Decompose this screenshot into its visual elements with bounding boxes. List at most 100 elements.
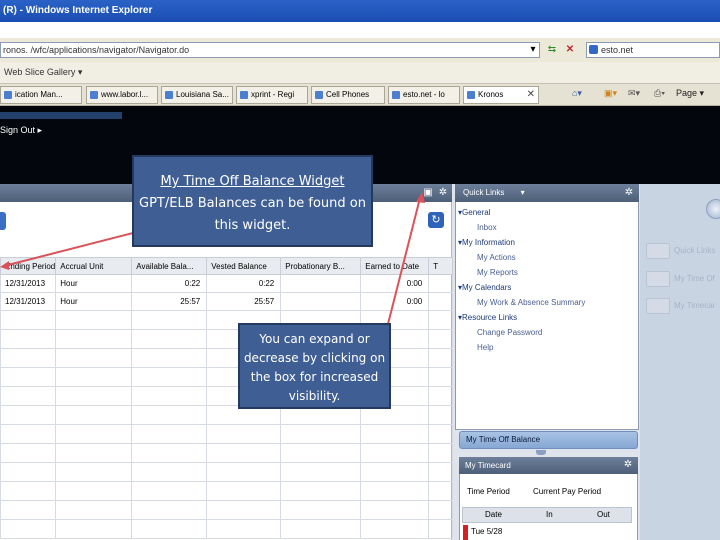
window-title: (R) - Windows Internet Explorer <box>3 5 153 16</box>
widget-thumbnail-icon <box>646 298 670 314</box>
probationary-cell <box>280 292 362 311</box>
exception-marker <box>463 525 468 540</box>
unit-cell: Hour <box>55 274 133 293</box>
browser-tab-active[interactable]: Kronos ✕ <box>463 86 539 104</box>
quick-links-section-resource-links[interactable]: ▾Resource Links <box>458 313 517 322</box>
globe-icon[interactable] <box>706 199 720 219</box>
address-input[interactable]: ronos. /wfc/applications/navigator/Navig… <box>0 42 540 58</box>
table-row <box>0 481 454 501</box>
web-slice-gallery-link[interactable]: Web Slice Gallery ▾ <box>4 67 82 78</box>
column-header[interactable]: Earned to Date <box>360 257 430 275</box>
widget-thumbnail-icon <box>646 243 670 259</box>
column-header[interactable]: Vested Balance <box>206 257 282 275</box>
earned-cell: 0:00 <box>360 274 430 293</box>
column-header[interactable]: Available Bala... <box>131 257 208 275</box>
page-icon <box>392 91 400 99</box>
page-icon <box>4 91 12 99</box>
browser-tab[interactable]: Cell Phones <box>311 86 385 104</box>
chevron-down-icon[interactable]: ▾ <box>521 188 525 197</box>
time-period-label: Time Period <box>467 487 510 496</box>
quick-links-panel <box>455 184 639 430</box>
browser-tab[interactable]: ication Man... <box>0 86 82 104</box>
search-provider-icon <box>589 45 598 54</box>
quick-link-inbox[interactable]: Inbox <box>477 223 497 232</box>
table-row[interactable]: 12/31/2013 Hour 25:57 25:57 0:00 <box>0 292 454 311</box>
quick-link-help[interactable]: Help <box>477 343 493 352</box>
page-menu[interactable]: Page ▾ <box>676 88 704 99</box>
refresh-page-icon[interactable]: ⇆ <box>545 42 559 58</box>
column-header[interactable]: Probationary B... <box>280 257 362 275</box>
page-icon <box>240 91 248 99</box>
widget-callout: My Time Off Balance Widget GPT/ELB Balan… <box>132 155 373 247</box>
expand-widget-icon[interactable]: ▣ <box>422 187 434 199</box>
right-nav-item-my-timecard[interactable]: My Timecar <box>646 298 720 314</box>
quick-link-change-password[interactable]: Change Password <box>477 328 542 337</box>
quick-links-section-my-calendars[interactable]: ▾My Calendars <box>458 283 511 292</box>
close-tab-icon[interactable]: ✕ <box>527 87 535 103</box>
expand-callout: You can expand or decrease by clicking o… <box>238 323 391 409</box>
search-input[interactable]: esto.net <box>586 42 720 58</box>
page-icon <box>467 91 475 99</box>
callout-title: My Time Off Balance Widget <box>160 174 345 189</box>
table-row[interactable]: 12/31/2013 Hour 0:22 0:22 0:00 <box>0 274 454 293</box>
column-header: Date <box>485 510 502 519</box>
quick-link-my-actions[interactable]: My Actions <box>477 253 516 262</box>
page-icon <box>165 91 173 99</box>
browser-tab[interactable]: esto.net - lo <box>388 86 460 104</box>
feeds-icon[interactable]: ▣▾ <box>604 88 617 99</box>
available-cell: 0:22 <box>131 274 208 293</box>
refresh-icon[interactable]: ↻ <box>428 212 444 228</box>
column-header: In <box>546 510 553 519</box>
vested-cell: 0:22 <box>206 274 282 293</box>
mail-icon[interactable]: ✉▾ <box>628 88 640 99</box>
window-title-bar: (R) - Windows Internet Explorer <box>0 0 720 22</box>
table-row <box>0 500 454 520</box>
favorites-bar <box>0 62 720 84</box>
column-header[interactable]: Accrual Unit <box>55 257 133 275</box>
quick-link-my-reports[interactable]: My Reports <box>477 268 518 277</box>
callout-text: GPT/ELB Balances can be found on this wi… <box>139 196 366 233</box>
right-nav-item-my-time-off[interactable]: My Time Of <box>646 271 720 287</box>
widget-thumbnail-icon <box>646 271 670 287</box>
quick-links-section-my-information[interactable]: ▾My Information <box>458 238 515 247</box>
stop-icon[interactable]: ✕ <box>563 42 577 58</box>
page-icon <box>315 91 323 99</box>
right-nav-item-quick-links[interactable]: Quick Links <box>646 243 720 259</box>
probationary-cell <box>280 274 362 293</box>
timecard-date-cell[interactable]: Tue 5/28 <box>471 527 502 536</box>
earned-cell: 0:00 <box>360 292 430 311</box>
gear-icon[interactable]: ✲ <box>437 187 449 199</box>
sign-out-link[interactable]: Sign Out ▸ <box>0 125 42 136</box>
table-row <box>0 462 454 482</box>
widget-grip[interactable] <box>536 450 546 455</box>
current-pay-period-select[interactable]: Current Pay Period <box>533 487 601 496</box>
empty-cell <box>428 292 454 311</box>
available-cell: 25:57 <box>131 292 208 311</box>
table-row <box>0 519 454 539</box>
time-off-balance-widget-bar[interactable]: My Time Off Balance <box>459 431 638 449</box>
quick-link-work-absence-summary[interactable]: My Work & Absence Summary <box>477 298 585 307</box>
gear-icon[interactable]: ✲ <box>623 187 635 199</box>
empty-cell <box>428 274 454 293</box>
quick-links-header[interactable]: Quick Links ▾ <box>455 184 639 202</box>
quick-links-section-general[interactable]: ▾General <box>458 208 490 217</box>
print-icon[interactable]: ⎙▾ <box>654 88 665 99</box>
callout-text: You can expand or decrease by clicking o… <box>243 332 386 403</box>
period-cell: 12/31/2013 <box>0 274 57 293</box>
timecard-widget-header: My Timecard <box>459 457 638 474</box>
gear-icon[interactable]: ✲ <box>622 459 634 471</box>
column-header: Out <box>597 510 610 519</box>
column-header[interactable]: T <box>428 257 454 275</box>
home-icon[interactable]: ⌂▾ <box>572 88 582 99</box>
browser-tab[interactable]: xprint - Regi <box>236 86 308 104</box>
column-header[interactable]: Ending Period <box>0 257 57 275</box>
table-header-row: Ending Period Accrual Unit Available Bal… <box>0 257 454 275</box>
period-cell: 12/31/2013 <box>0 292 57 311</box>
dropdown-arrow-icon[interactable]: ▾ <box>526 42 540 58</box>
right-nav-background <box>640 184 720 540</box>
browser-tab[interactable]: Louisiana Sa... <box>161 86 233 104</box>
quick-links-title: Quick Links <box>463 188 505 197</box>
browser-tab[interactable]: www.labor.l... <box>86 86 158 104</box>
toolbar-button[interactable] <box>0 212 6 230</box>
page-icon <box>90 91 98 99</box>
